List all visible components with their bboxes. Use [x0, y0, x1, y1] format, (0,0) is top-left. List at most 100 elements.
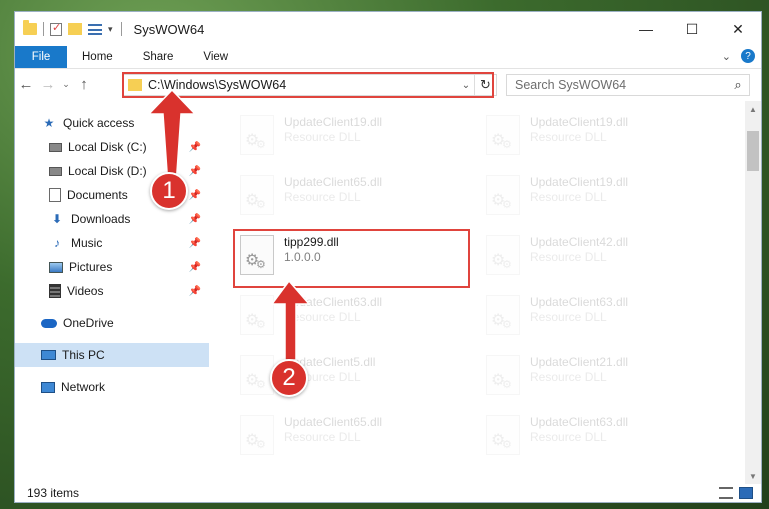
minimize-button[interactable]: —: [623, 12, 669, 46]
scroll-down-icon[interactable]: ▼: [745, 468, 761, 484]
properties-icon[interactable]: [50, 21, 62, 36]
file-description: Resource DLL: [284, 430, 361, 444]
nav-label: Pictures: [69, 260, 113, 274]
main-area: ★ Quick access Local Disk (C:) 📌 Local D…: [15, 101, 761, 484]
search-input[interactable]: [507, 78, 727, 92]
navigation-pane: ★ Quick access Local Disk (C:) 📌 Local D…: [15, 101, 209, 484]
dll-file-icon: [240, 355, 274, 395]
file-tile[interactable]: UpdateClient19.dllResource DLL: [234, 109, 464, 163]
close-button[interactable]: ✕: [715, 12, 761, 46]
file-tile[interactable]: UpdateClient19.dllResource DLL: [480, 109, 710, 163]
file-name: UpdateClient63.dll: [530, 295, 629, 309]
details-view-icon[interactable]: [719, 487, 733, 499]
file-tile[interactable]: UpdateClient5.dllResource DLL: [234, 349, 464, 403]
file-tile[interactable]: UpdateClient42.dllResource DLL: [480, 229, 710, 283]
nav-label: Quick access: [63, 116, 135, 130]
dll-file-icon: [486, 295, 520, 335]
customize-toolbar-dropdown-icon[interactable]: ▾: [108, 24, 113, 35]
file-description: Resource DLL: [530, 370, 607, 384]
file-name: UpdateClient19.dll: [530, 115, 629, 129]
drive-icon: [49, 142, 62, 152]
nav-downloads[interactable]: ⬇ Downloads 📌: [15, 207, 209, 231]
dll-file-icon: [486, 175, 520, 215]
pin-icon[interactable]: 📌: [189, 142, 201, 153]
nav-videos[interactable]: Videos 📌: [15, 279, 209, 303]
ribbon-right-controls: ⌄ ?: [722, 49, 755, 63]
back-arrow-icon[interactable]: ←: [15, 76, 37, 93]
item-count: 193 items: [27, 486, 80, 500]
file-tile[interactable]: UpdateClient65.dllResource DLL: [234, 169, 464, 223]
file-description: Resource DLL: [530, 190, 607, 204]
large-icons-view-icon[interactable]: [739, 487, 753, 499]
file-tile[interactable]: UpdateClient19.dllResource DLL: [480, 169, 710, 223]
tab-home[interactable]: Home: [67, 46, 128, 68]
file-tile[interactable]: UpdateClient63.dllResource DLL: [480, 409, 710, 463]
new-folder-icon[interactable]: [68, 23, 82, 35]
title-separator: [120, 22, 122, 36]
file-description: Resource DLL: [284, 190, 361, 204]
nav-pictures[interactable]: Pictures 📌: [15, 255, 209, 279]
file-name: UpdateClient19.dll: [284, 115, 383, 129]
file-description: Resource DLL: [530, 130, 607, 144]
scroll-thumb[interactable]: [747, 131, 759, 171]
dll-file-icon: [486, 235, 520, 275]
nav-label: Videos: [67, 284, 104, 298]
network-icon: [41, 381, 55, 393]
scroll-up-icon[interactable]: ▲: [745, 101, 761, 117]
tab-file[interactable]: File: [15, 46, 67, 68]
tab-view[interactable]: View: [188, 46, 243, 68]
toolbar-separator: [43, 22, 44, 36]
ribbon-tabs: File Home Share View ⌄ ?: [15, 46, 761, 68]
search-icon[interactable]: ⌕: [727, 77, 749, 93]
drive-icon: [49, 166, 62, 176]
pin-icon[interactable]: 📌: [189, 190, 201, 201]
nav-music[interactable]: ♪ Music 📌: [15, 231, 209, 255]
dll-file-icon: [240, 415, 274, 455]
file-description: Resource DLL: [284, 310, 361, 324]
window-title: SysWOW64: [133, 21, 205, 37]
nav-network[interactable]: Network: [15, 375, 209, 399]
maximize-button[interactable]: ☐: [669, 12, 715, 46]
pin-icon[interactable]: 📌: [189, 214, 201, 225]
file-name: UpdateClient42.dll: [530, 235, 629, 249]
file-tile[interactable]: UpdateClient21.dllResource DLL: [480, 349, 710, 403]
help-icon[interactable]: ?: [741, 49, 755, 63]
file-name: UpdateClient19.dll: [530, 175, 629, 189]
nav-quick-access[interactable]: ★ Quick access: [15, 111, 209, 135]
nav-local-disk-c[interactable]: Local Disk (C:) 📌: [15, 135, 209, 159]
step-2-badge: 2: [270, 359, 308, 397]
pin-icon[interactable]: 📌: [189, 286, 201, 297]
file-list: UpdateClient19.dllResource DLL UpdateCli…: [230, 101, 745, 484]
file-tile[interactable]: UpdateClient63.dllResource DLL: [480, 289, 710, 343]
nav-label: Local Disk (D:): [68, 164, 147, 178]
pin-icon[interactable]: 📌: [189, 166, 201, 177]
expand-ribbon-icon[interactable]: ⌄: [722, 50, 731, 63]
recent-locations-dropdown-icon[interactable]: ⌄: [59, 79, 73, 90]
search-box[interactable]: ⌕: [506, 74, 750, 96]
vertical-scrollbar[interactable]: ▲ ▼: [745, 101, 761, 484]
file-name: UpdateClient65.dll: [284, 415, 383, 429]
file-description: Resource DLL: [530, 310, 607, 324]
file-tile[interactable]: UpdateClient63.dllResource DLL: [234, 289, 464, 343]
nav-label: Documents: [67, 188, 128, 202]
file-description: Resource DLL: [284, 130, 361, 144]
forward-arrow-icon[interactable]: →: [37, 76, 59, 93]
pin-icon[interactable]: 📌: [189, 262, 201, 273]
address-bar-highlight: [122, 72, 494, 98]
file-description: Resource DLL: [530, 430, 607, 444]
dll-file-icon: [240, 295, 274, 335]
nav-this-pc[interactable]: This PC: [15, 343, 209, 367]
up-arrow-icon[interactable]: ↑: [73, 76, 95, 93]
tab-share[interactable]: Share: [128, 46, 189, 68]
onedrive-icon: [41, 318, 57, 328]
file-tile[interactable]: UpdateClient65.dllResource DLL: [234, 409, 464, 463]
nav-label: Local Disk (C:): [68, 140, 147, 154]
pin-icon[interactable]: 📌: [189, 238, 201, 249]
step-1-badge: 1: [150, 172, 188, 210]
view-options-icon[interactable]: [88, 23, 102, 35]
dll-file-icon: [486, 415, 520, 455]
nav-onedrive[interactable]: OneDrive: [15, 311, 209, 335]
